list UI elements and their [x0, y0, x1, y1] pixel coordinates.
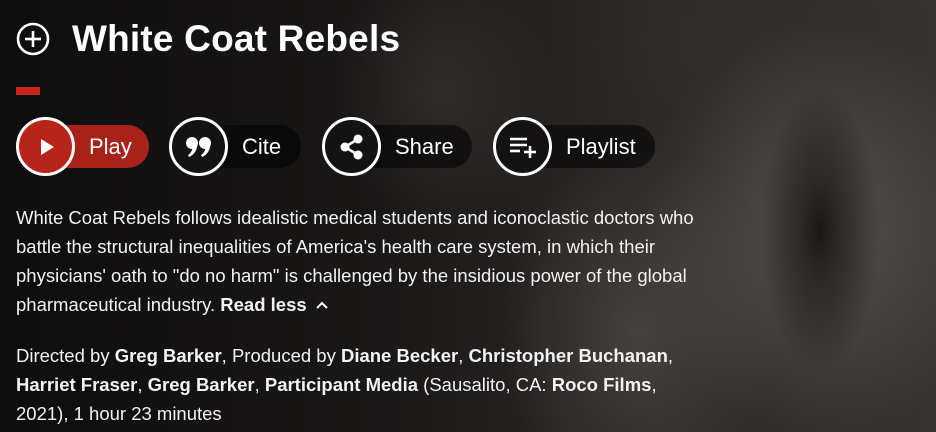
- producer-name: Greg Barker: [147, 374, 255, 395]
- play-button-circle: [16, 117, 75, 176]
- share-button[interactable]: Share: [322, 117, 472, 176]
- cite-button-circle: [169, 117, 228, 176]
- chevron-up-icon: [315, 301, 328, 309]
- producer-name: Harriet Fraser: [16, 374, 138, 395]
- credits: Directed by Greg Barker, Produced by Dia…: [16, 341, 676, 428]
- video-info-panel: White Coat Rebels Play Cite Share Playli…: [0, 0, 936, 432]
- share-button-label: Share: [395, 133, 454, 159]
- add-circle-icon[interactable]: [16, 22, 50, 56]
- producer-name: Christopher Buchanan: [468, 345, 668, 366]
- play-button-label: Play: [89, 133, 132, 159]
- producer-name: Diane Becker: [340, 345, 459, 366]
- play-icon: [40, 138, 54, 155]
- share-button-circle: [322, 117, 381, 176]
- producer-name: Participant Media: [264, 374, 419, 395]
- description: White Coat Rebels follows idealistic med…: [16, 203, 736, 319]
- director-name: Greg Barker: [114, 345, 222, 366]
- read-less-link[interactable]: Read less: [220, 294, 328, 315]
- title-row: White Coat Rebels: [16, 18, 400, 60]
- publisher-name: Roco Films: [551, 374, 652, 395]
- quote-icon: [185, 136, 211, 157]
- separator: ,: [254, 374, 265, 395]
- play-button[interactable]: Play: [16, 117, 149, 176]
- read-less-label: Read less: [220, 294, 307, 315]
- page-title: White Coat Rebels: [72, 18, 401, 59]
- separator: ,: [458, 345, 469, 366]
- credits-directed-prefix: Directed by: [16, 345, 115, 366]
- cite-button[interactable]: Cite: [169, 117, 301, 176]
- credits-produced-prefix: , Produced by: [221, 345, 341, 366]
- accent-bar: [16, 87, 40, 95]
- share-icon: [340, 134, 362, 159]
- description-text: White Coat Rebels follows idealistic med…: [16, 207, 694, 315]
- playlist-button-label: Playlist: [566, 133, 636, 159]
- playlist-button[interactable]: Playlist: [493, 117, 655, 176]
- separator: ,: [667, 345, 674, 366]
- cite-button-label: Cite: [242, 133, 282, 159]
- separator: ,: [137, 374, 148, 395]
- playlist-button-circle: [493, 117, 552, 176]
- playlist-add-icon: [509, 137, 536, 158]
- credits-location-prefix: (Sausalito, CA:: [418, 374, 552, 395]
